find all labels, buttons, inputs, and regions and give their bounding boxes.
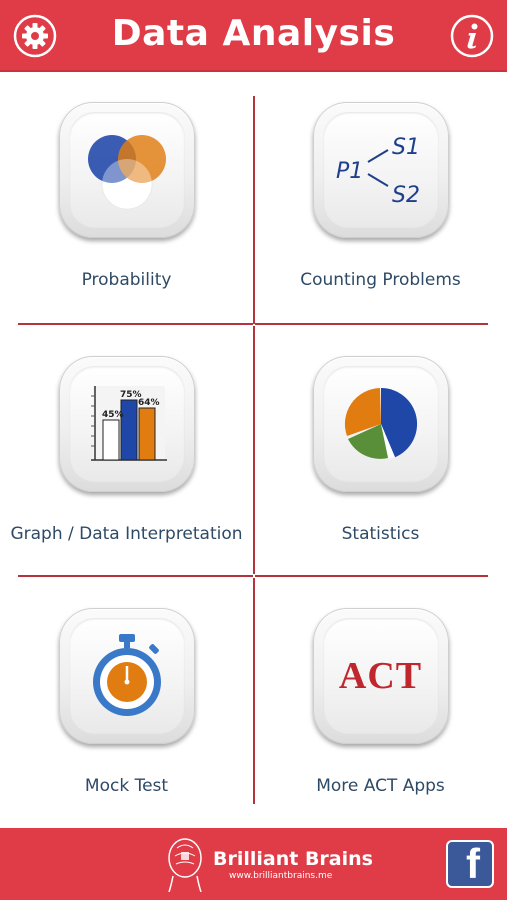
brain-head-icon: [168, 838, 202, 892]
info-button[interactable]: [449, 13, 495, 59]
menu-item-statistics[interactable]: Statistics: [254, 326, 507, 580]
menu-label: Probability: [81, 270, 172, 290]
info-icon: [450, 14, 494, 58]
tree-root-label: P1: [336, 159, 363, 184]
bar-value-label: 45%: [102, 410, 124, 420]
menu-item-counting-problems[interactable]: P1 S1 S2 Counting Problems: [254, 72, 507, 326]
menu-label: Counting Problems: [300, 270, 461, 290]
bar-value-label: 64%: [138, 398, 160, 408]
brand-name: Brilliant Brains: [213, 847, 373, 870]
pie-chart-icon: [344, 387, 417, 459]
menu-label: Mock Test: [84, 776, 169, 796]
stopwatch-icon: [92, 634, 161, 716]
menu-tile[interactable]: [58, 102, 195, 238]
menu-tile[interactable]: [312, 356, 449, 492]
brand-url: www.brilliantbrains.me: [229, 870, 333, 881]
tree-branch-bottom-label: S2: [392, 183, 420, 208]
menu-tile[interactable]: P1 S1 S2: [312, 102, 449, 238]
brand-logo[interactable]: Brilliant Brains www.brilliantbrains.me: [165, 836, 373, 892]
menu-item-mock-test[interactable]: Mock Test: [0, 578, 253, 832]
act-logo-icon: ACT: [338, 655, 423, 697]
tree-branch-top-label: S1: [392, 135, 420, 160]
venn-diagram-icon: [87, 135, 166, 210]
facebook-button[interactable]: f: [446, 840, 494, 888]
menu-tile[interactable]: [58, 608, 195, 744]
bar-chart-icon: 45% 75% 64%: [90, 386, 167, 461]
menu-label: More ACT Apps: [316, 776, 445, 796]
menu-grid: Probability P1 S1 S2 Counting Problems 4…: [0, 72, 507, 828]
menu-tile[interactable]: 45% 75% 64%: [58, 356, 195, 492]
tree-diagram-icon: P1 S1 S2: [336, 135, 420, 208]
menu-item-more-act-apps[interactable]: ACT More ACT Apps: [254, 578, 507, 832]
page-title: Data Analysis: [111, 13, 396, 54]
menu-label: Statistics: [341, 524, 420, 544]
menu-item-probability[interactable]: Probability: [0, 72, 253, 326]
menu-label: Graph / Data Interpretation: [10, 524, 243, 544]
facebook-icon: f: [466, 840, 480, 887]
app-header: Data Analysis: [0, 0, 507, 72]
menu-tile[interactable]: ACT: [312, 608, 449, 744]
app-footer: Brilliant Brains www.brilliantbrains.me …: [0, 828, 507, 900]
menu-item-graph-data-interpretation[interactable]: 45% 75% 64% Graph / Data Interpretation: [0, 326, 253, 580]
